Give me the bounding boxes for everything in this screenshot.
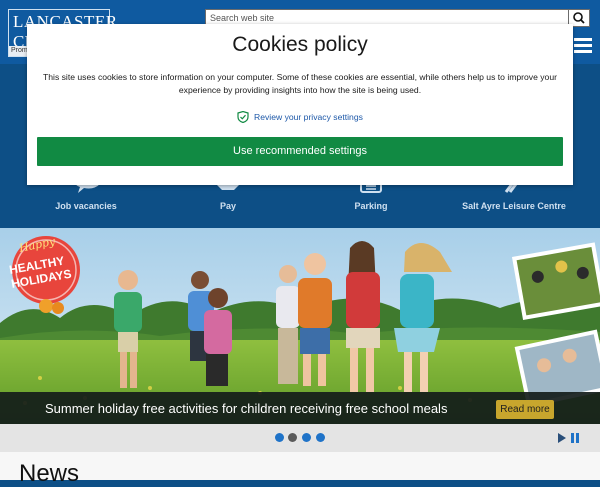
carousel-dot-2[interactable]: [288, 433, 297, 442]
hamburger-menu-icon[interactable]: [574, 38, 592, 54]
cookie-dialog-title: Cookies policy: [232, 33, 368, 56]
pause-icon[interactable]: [570, 433, 580, 443]
cookie-dialog-body: This site uses cookies to store informat…: [43, 72, 557, 95]
privacy-link-label: Review your privacy settings: [254, 112, 363, 122]
shield-check-icon: [237, 111, 249, 123]
hero-caption[interactable]: Summer holiday free activities for child…: [45, 401, 447, 416]
read-more-button[interactable]: Read more: [496, 400, 554, 419]
news-section: [0, 452, 600, 480]
carousel-dot-4[interactable]: [316, 433, 325, 442]
cookie-policy-dialog: Cookies policy This site uses cookies to…: [27, 24, 573, 185]
use-recommended-settings-button[interactable]: Use recommended settings: [37, 137, 563, 166]
carousel-dot-3[interactable]: [302, 433, 311, 442]
quick-link-job-vacancies[interactable]: Job vacancies: [16, 201, 156, 211]
carousel-dot-1[interactable]: [275, 433, 284, 442]
quick-link-pay[interactable]: Pay: [158, 201, 298, 211]
play-icon[interactable]: [558, 433, 566, 443]
news-heading: News: [19, 460, 80, 487]
carousel-controls: [0, 424, 600, 452]
quick-link-salt-ayre[interactable]: Salt Ayre Leisure Centre: [444, 201, 584, 211]
quick-link-parking[interactable]: Parking: [301, 201, 441, 211]
